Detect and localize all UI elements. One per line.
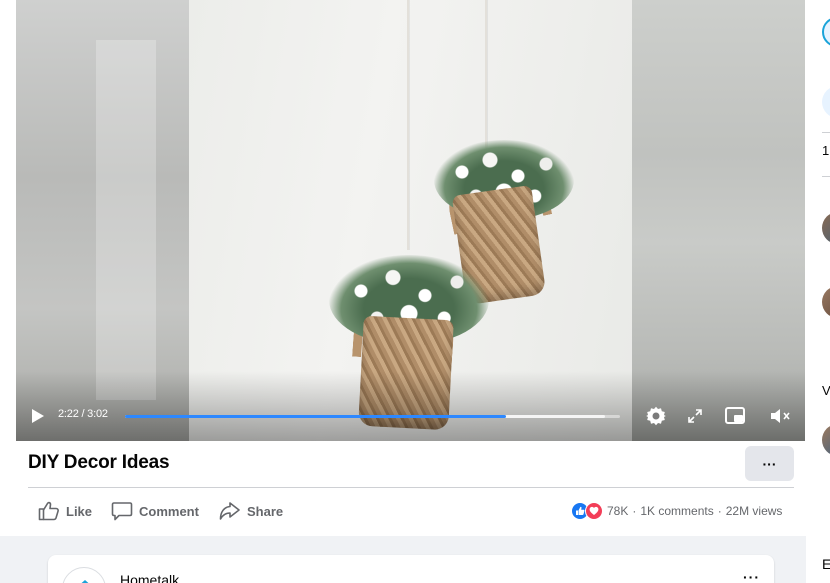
video-player[interactable]: 2:22 / 3:02 xyxy=(16,0,805,441)
share-arrow-icon xyxy=(219,501,241,521)
post-more-button[interactable]: ··· xyxy=(745,446,794,481)
video-time: 2:22 / 3:02 xyxy=(58,408,108,420)
share-button[interactable]: Share xyxy=(219,500,283,522)
right-sidebar: 1 V E xyxy=(806,0,830,583)
play-icon[interactable] xyxy=(30,407,46,425)
video-controls: 2:22 / 3:02 xyxy=(16,395,805,441)
avatar[interactable] xyxy=(62,567,106,583)
like-button[interactable]: Like xyxy=(38,500,92,522)
card-more-button[interactable]: ··· xyxy=(743,569,760,583)
sidebar-text: E xyxy=(822,556,830,572)
video-played-bar xyxy=(125,415,507,418)
picture-in-picture-icon[interactable] xyxy=(724,405,746,427)
post-stats: 78K · 1K comments · 22M views xyxy=(571,502,782,520)
sidebar-icon-1[interactable] xyxy=(822,17,830,47)
sidebar-text: 1 xyxy=(822,143,830,158)
rope-right xyxy=(485,0,487,150)
sidebar-icon-2[interactable] xyxy=(822,86,830,118)
post-title: DIY Decor Ideas xyxy=(28,452,170,473)
comment-button[interactable]: Comment xyxy=(111,500,199,522)
sidebar-text: V xyxy=(822,383,830,398)
feed-post-card: Hometalk ··· xyxy=(48,555,774,583)
rope-left xyxy=(407,0,409,250)
comment-count[interactable]: 1K comments xyxy=(640,504,713,518)
share-label: Share xyxy=(247,503,284,519)
expand-icon[interactable] xyxy=(684,405,706,427)
view-count: 22M views xyxy=(725,504,783,518)
sidebar-divider xyxy=(822,176,830,177)
avatar[interactable] xyxy=(822,286,830,318)
sidebar-divider xyxy=(822,132,830,133)
stats-separator: · xyxy=(717,504,722,518)
reaction-count[interactable]: 78K xyxy=(607,504,628,518)
divider xyxy=(28,487,794,488)
mute-icon[interactable] xyxy=(768,405,792,427)
video-progress-bar[interactable] xyxy=(125,415,620,418)
page: 2:22 / 3:02 DIY Decor Ideas ··· Like Com… xyxy=(0,0,830,583)
gear-icon[interactable] xyxy=(645,405,667,427)
stats-separator: · xyxy=(632,504,637,518)
like-label: Like xyxy=(66,503,93,519)
love-reaction-icon[interactable] xyxy=(585,502,603,520)
comment-bubble-icon xyxy=(111,501,133,521)
page-name-link[interactable]: Hometalk xyxy=(120,572,179,583)
comment-label: Comment xyxy=(139,503,199,519)
avatar[interactable] xyxy=(822,212,830,244)
avatar[interactable] xyxy=(822,424,830,456)
thumbs-up-icon xyxy=(38,501,60,521)
